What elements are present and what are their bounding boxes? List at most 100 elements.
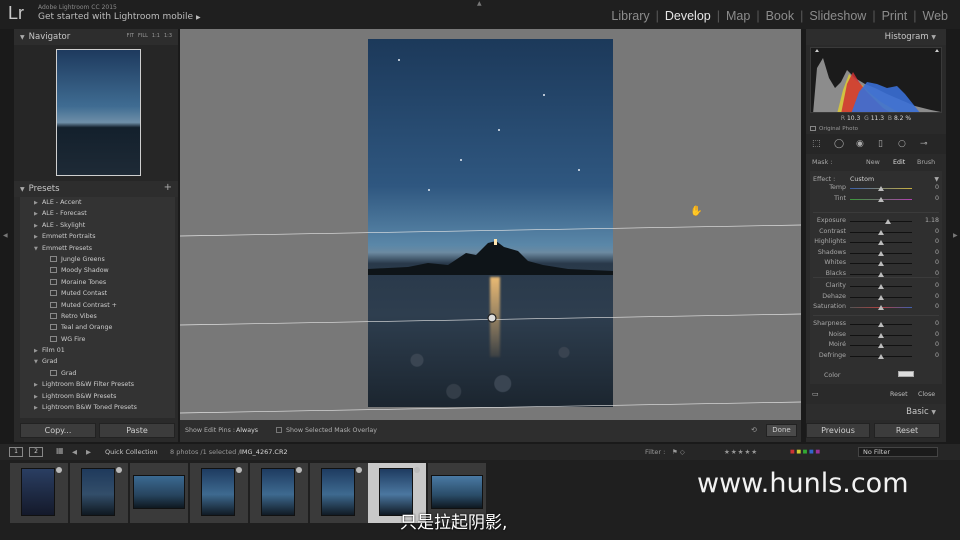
slider-thumb[interactable] — [878, 353, 884, 359]
slider-thumb[interactable] — [878, 294, 884, 300]
slider-value[interactable]: 0 — [935, 282, 939, 289]
zoom-fit[interactable]: FIT — [127, 33, 134, 39]
slider-track[interactable] — [850, 271, 912, 277]
filmstrip-thumb[interactable] — [70, 463, 128, 523]
preset-folder[interactable]: ▶ Emmett Portraits — [20, 231, 175, 242]
slider-track[interactable] — [850, 305, 912, 310]
slider-value[interactable]: 0 — [935, 341, 939, 348]
slider-track[interactable] — [850, 294, 912, 300]
slider-value[interactable]: 0 — [935, 238, 939, 245]
preset-item[interactable]: Muted Contast — [20, 288, 175, 299]
reset-icon[interactable]: ⟲ — [751, 426, 757, 434]
filter-pin[interactable] — [487, 313, 497, 323]
grid-view-icon[interactable]: ▦ — [56, 446, 64, 455]
collapsed-triangle-icon[interactable]: ▶ — [34, 380, 42, 391]
filmstrip-thumb[interactable] — [310, 463, 368, 523]
brush-toggle-icon[interactable]: ▭ — [812, 390, 819, 398]
module-develop[interactable]: Develop — [659, 9, 717, 23]
presets-header[interactable]: ▼ Presets + — [14, 181, 178, 197]
crop-tool-icon[interactable]: ⬚ — [812, 139, 821, 149]
source-name[interactable]: Quick Collection — [105, 448, 158, 456]
filmstrip-thumb[interactable] — [10, 463, 68, 523]
effect-dropdown-icon[interactable]: ▼ — [934, 176, 939, 183]
panel-reset-button[interactable]: Reset — [890, 391, 908, 398]
preset-item[interactable]: Moody Shadow — [20, 265, 175, 276]
slider-value[interactable]: 0 — [935, 270, 939, 277]
slider-track[interactable] — [850, 186, 912, 191]
flag-filter-icon[interactable]: ⚑ ◇ — [672, 448, 685, 456]
preset-folder[interactable]: ▼ Grad — [20, 356, 175, 367]
filter-preset-select[interactable]: No Filter — [858, 447, 938, 457]
preset-item[interactable]: Grad — [20, 368, 175, 379]
filmstrip-thumb[interactable] — [190, 463, 248, 523]
slider-thumb[interactable] — [878, 332, 884, 338]
slider-value[interactable]: 1.18 — [925, 217, 939, 224]
slider-thumb[interactable] — [878, 240, 884, 245]
main-monitor-button[interactable]: 1 — [9, 447, 23, 457]
preset-item[interactable]: Moraine Tones — [20, 277, 175, 288]
mask-edit-button[interactable]: Edit — [893, 156, 905, 169]
selected-filename[interactable]: IMG_4267.CR2 — [240, 448, 288, 456]
color-swatch[interactable] — [898, 371, 914, 377]
slider-track[interactable] — [850, 229, 912, 235]
graduated-filter-overlay[interactable] — [180, 29, 801, 420]
slider-track[interactable] — [850, 196, 912, 202]
navigator-preview[interactable] — [14, 45, 178, 183]
preset-folder[interactable]: ▶ Lightroom B&W Toned Presets — [20, 402, 175, 413]
slider-thumb[interactable] — [885, 219, 892, 224]
module-library[interactable]: Library — [605, 9, 655, 23]
reset-button[interactable]: Reset — [874, 423, 940, 438]
mask-overlay-checkbox[interactable] — [276, 427, 282, 433]
module-book[interactable]: Book — [760, 9, 801, 23]
slider-thumb[interactable] — [878, 229, 884, 235]
slider-value[interactable]: 0 — [935, 331, 939, 338]
slider-value[interactable]: 0 — [935, 352, 939, 359]
module-slideshow[interactable]: Slideshow — [803, 9, 872, 23]
slider-track[interactable] — [850, 250, 912, 256]
collapsed-triangle-icon[interactable]: ▶ — [34, 403, 42, 414]
slider-value[interactable]: 0 — [935, 228, 939, 235]
radial-filter-icon[interactable]: ○ — [898, 139, 906, 149]
slider-track[interactable] — [850, 332, 912, 338]
module-print[interactable]: Print — [876, 9, 914, 23]
slider-value[interactable]: 0 — [935, 195, 939, 202]
slider-thumb[interactable] — [878, 305, 884, 310]
spot-removal-icon[interactable]: ◯ — [834, 139, 844, 149]
left-panel-toggle-icon[interactable]: ◀ — [3, 232, 8, 239]
slider-value[interactable]: 0 — [935, 249, 939, 256]
slider-thumb[interactable] — [878, 271, 884, 277]
slider-track[interactable] — [850, 240, 912, 245]
slider-track[interactable] — [850, 322, 912, 327]
filmstrip-thumb[interactable] — [250, 463, 308, 523]
slider-value[interactable]: 0 — [935, 320, 939, 327]
preset-folder[interactable]: ▶ ALE - Accent — [20, 197, 175, 208]
collapsed-triangle-icon[interactable]: ▶ — [34, 232, 42, 243]
preset-folder[interactable]: ▶ ALE - Forecast — [20, 208, 175, 219]
basic-header[interactable]: Basic ▼ — [806, 404, 946, 420]
mask-new-button[interactable]: New — [866, 156, 880, 169]
zoom-1-3[interactable]: 1:3 — [164, 33, 172, 39]
add-preset-icon[interactable]: + — [164, 182, 172, 193]
slider-thumb[interactable] — [878, 250, 884, 256]
star-filter-icon[interactable]: ★★★★★ — [724, 448, 758, 456]
slider-track[interactable] — [850, 284, 912, 289]
expanded-triangle-icon[interactable]: ▼ — [34, 357, 42, 368]
back-arrow-icon[interactable]: ◀ — [72, 448, 77, 456]
edit-pins-select[interactable]: Always — [236, 427, 258, 434]
filmstrip-thumb[interactable] — [130, 463, 188, 523]
navigator-header[interactable]: ▼ Navigator FIT FILL 1:1 1:3 — [14, 29, 178, 45]
zoom-fill[interactable]: FILL — [138, 33, 148, 39]
top-panel-toggle-icon[interactable]: ▲ — [477, 0, 482, 7]
slider-track[interactable] — [850, 353, 912, 359]
second-monitor-button[interactable]: 2 — [29, 447, 43, 457]
preset-item[interactable]: Jungle Greens — [20, 254, 175, 265]
adjustment-brush-icon[interactable]: ⊸ — [920, 139, 928, 149]
preset-folder[interactable]: ▶ ALE - Skylight — [20, 220, 175, 231]
panel-close-button[interactable]: Close — [918, 391, 935, 398]
slider-track[interactable] — [850, 343, 912, 348]
slider-thumb[interactable] — [878, 196, 884, 202]
preset-folder[interactable]: ▼ Emmett Presets — [20, 243, 175, 254]
module-map[interactable]: Map — [720, 9, 756, 23]
preset-folder[interactable]: ▶ Film 01 — [20, 345, 175, 356]
slider-value[interactable]: 0 — [935, 184, 939, 191]
